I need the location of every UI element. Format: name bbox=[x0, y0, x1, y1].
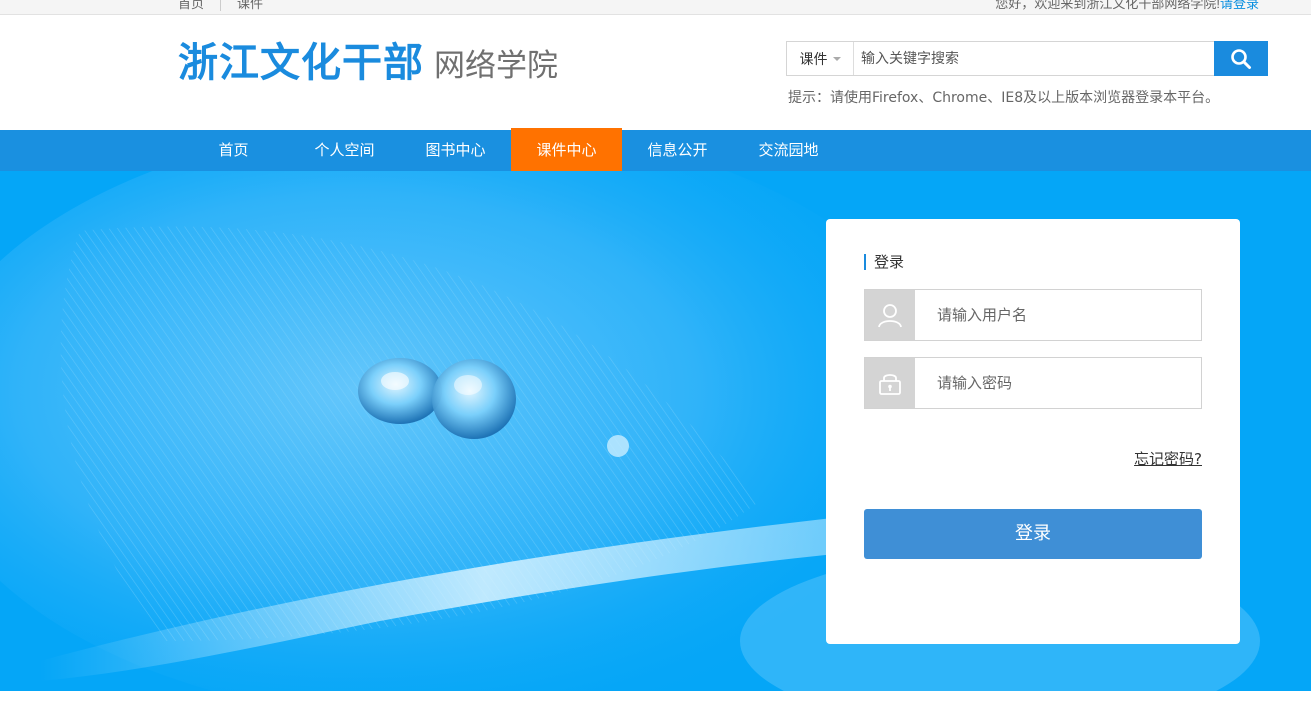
top-utility-bar: 首页 课件 您好，欢迎来到浙江文化干部网络学院!请登录 bbox=[0, 0, 1311, 15]
lock-icon bbox=[865, 358, 915, 408]
nav-item-library[interactable]: 图书中心 bbox=[400, 130, 511, 171]
search-button[interactable] bbox=[1214, 41, 1268, 76]
main-nav: 首页 个人空间 图书中心 课件中心 信息公开 交流园地 bbox=[0, 128, 1311, 171]
logo-main-text: 浙江文化干部 bbox=[178, 40, 424, 86]
password-field bbox=[864, 357, 1202, 409]
login-panel: 登录 忘记密码? 登录 bbox=[826, 219, 1240, 644]
logo-sub-text: 网络学院 bbox=[434, 48, 558, 84]
header: 浙江文化干部 网络学院 课件 提示：请使用Firefox、Chrome、IE8及… bbox=[0, 15, 1311, 130]
login-title: 登录 bbox=[864, 254, 904, 270]
search-bar: 课件 bbox=[786, 41, 1268, 76]
password-input[interactable] bbox=[915, 358, 1201, 408]
search-scope-select[interactable]: 课件 bbox=[787, 42, 854, 75]
greeting-text: 您好，欢迎来到浙江文化干部网络学院! bbox=[995, 0, 1220, 11]
username-input[interactable] bbox=[915, 290, 1201, 340]
search-scope-label: 课件 bbox=[799, 50, 828, 67]
nav-item-forum[interactable]: 交流园地 bbox=[733, 130, 844, 171]
nav-item-home[interactable]: 首页 bbox=[178, 130, 289, 171]
nav-item-personal-space[interactable]: 个人空间 bbox=[289, 130, 400, 171]
search-icon bbox=[1231, 48, 1251, 69]
browser-tip: 提示：请使用Firefox、Chrome、IE8及以上版本浏览器登录本平台。 bbox=[788, 90, 1220, 106]
top-link-courseware[interactable]: 课件 bbox=[237, 0, 263, 11]
top-links: 首页 课件 bbox=[178, 0, 263, 12]
forgot-password-link[interactable]: 忘记密码? bbox=[1134, 448, 1202, 469]
search-input[interactable] bbox=[854, 42, 1267, 75]
nav-item-courseware[interactable]: 课件中心 bbox=[511, 128, 622, 171]
nav-item-info[interactable]: 信息公开 bbox=[622, 130, 733, 171]
user-icon bbox=[865, 290, 915, 340]
site-logo[interactable]: 浙江文化干部 网络学院 bbox=[178, 38, 558, 86]
username-field bbox=[864, 289, 1202, 341]
login-link[interactable]: 请登录 bbox=[1220, 0, 1259, 11]
chevron-down-icon bbox=[832, 56, 841, 61]
top-link-home[interactable]: 首页 bbox=[178, 0, 204, 11]
login-button[interactable]: 登录 bbox=[864, 509, 1202, 559]
divider bbox=[220, 0, 222, 11]
greeting-area: 您好，欢迎来到浙江文化干部网络学院!请登录 bbox=[995, 0, 1259, 12]
